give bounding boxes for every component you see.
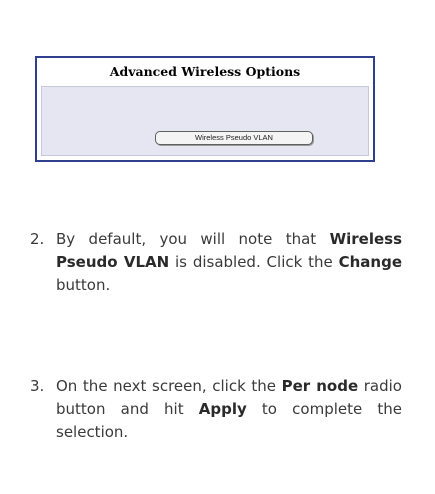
step-number: 3. (30, 377, 45, 395)
step-text-bold: Per node (281, 377, 359, 395)
step-text-part: button. (56, 276, 111, 294)
step-text-part: is disabled. Click the (169, 253, 339, 271)
instruction-step-2: 2. By default, you will note that Wirele… (30, 228, 402, 297)
instruction-step-3: 3. On the next screen, click the Per nod… (30, 375, 402, 444)
step-text-part: On the next screen, click the (56, 377, 282, 395)
panel-title: Advanced Wireless Options (109, 64, 301, 79)
wireless-pseudo-vlan-button[interactable]: Wireless Pseudo VLAN (155, 131, 313, 145)
advanced-wireless-options-panel: Advanced Wireless Options Wireless Pseud… (35, 56, 375, 162)
step-text: By default, you will note that Wireless … (56, 228, 402, 297)
step-text-part: By default, you will note that (56, 230, 330, 248)
step-text: On the next screen, click the Per node r… (56, 375, 402, 444)
step-text-bold: Change (338, 253, 402, 271)
panel-body: Wireless Pseudo VLAN (41, 86, 369, 156)
step-text-bold: Apply (198, 400, 247, 418)
step-number: 2. (30, 230, 45, 248)
